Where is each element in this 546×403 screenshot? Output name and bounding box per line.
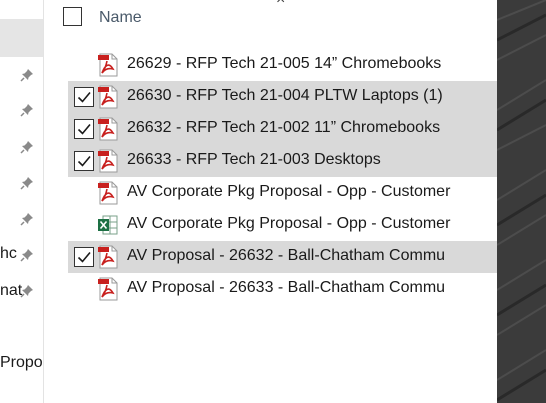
file-name: 26629 - RFP Tech 21-005 14” Chromebooks (127, 55, 442, 72)
file-row[interactable]: AV Proposal - 26633 - Ball-Chatham Commu (68, 273, 497, 305)
nav-item-label-propo[interactable]: Propo (0, 354, 43, 372)
file-row[interactable]: 26633 - RFP Tech 21-003 Desktops (68, 145, 497, 177)
file-row[interactable]: AV Proposal - 26632 - Ball-Chatham Commu (68, 241, 497, 273)
file-row[interactable]: 26630 - RFP Tech 21-004 PLTW Laptops (1) (68, 81, 497, 113)
background-image (497, 0, 546, 403)
close-icon[interactable]: × (276, 0, 285, 9)
pdf-icon (97, 277, 119, 301)
nav-item-label-hc[interactable]: hc (0, 245, 17, 263)
file-name: AV Proposal - 26633 - Ball-Chatham Commu (127, 279, 446, 296)
texture-pattern (497, 0, 546, 403)
row-checkbox[interactable] (74, 87, 94, 107)
pdf-icon (97, 181, 119, 205)
name-column-header[interactable]: Name (99, 9, 142, 27)
row-checkbox[interactable] (74, 151, 94, 171)
file-name: 26632 - RFP Tech 21-002 11” Chromebooks (127, 119, 441, 136)
file-name: 26633 - RFP Tech 21-003 Desktops (127, 151, 381, 168)
row-checkbox[interactable] (74, 247, 94, 267)
nav-item-label-nat[interactable]: nat (0, 282, 22, 300)
pdf-icon (97, 149, 119, 173)
nav-selected-item[interactable] (0, 19, 43, 57)
pin-icon (20, 68, 34, 82)
pin-icon (20, 248, 34, 262)
pin-icon (20, 140, 34, 154)
file-row[interactable]: AV Corporate Pkg Proposal - Opp - Custom… (68, 209, 497, 241)
file-name: AV Corporate Pkg Proposal - Opp - Custom… (127, 215, 451, 232)
file-name: AV Corporate Pkg Proposal - Opp - Custom… (127, 183, 451, 200)
file-name: 26630 - RFP Tech 21-004 PLTW Laptops (1) (127, 87, 443, 104)
pin-icon (20, 212, 34, 226)
row-checkbox[interactable] (74, 119, 94, 139)
file-row[interactable]: 26629 - RFP Tech 21-005 14” Chromebooks (68, 49, 497, 81)
file-list: Name × 26629 - RFP Tech 21-005 14” Chrom… (44, 0, 497, 403)
pdf-icon (97, 53, 119, 77)
file-name: AV Proposal - 26632 - Ball-Chatham Commu (127, 247, 446, 264)
select-all-checkbox[interactable] (63, 7, 82, 26)
pin-icon (20, 103, 34, 117)
file-row[interactable]: 26632 - RFP Tech 21-002 11” Chromebooks (68, 113, 497, 145)
pin-icon (20, 176, 34, 190)
pdf-icon (97, 85, 119, 109)
excel-icon (97, 213, 119, 237)
pdf-icon (97, 245, 119, 269)
pdf-icon (97, 117, 119, 141)
navigation-pane: hc nat Propo (0, 0, 43, 403)
column-header: Name × (44, 0, 497, 40)
file-row[interactable]: AV Corporate Pkg Proposal - Opp - Custom… (68, 177, 497, 209)
